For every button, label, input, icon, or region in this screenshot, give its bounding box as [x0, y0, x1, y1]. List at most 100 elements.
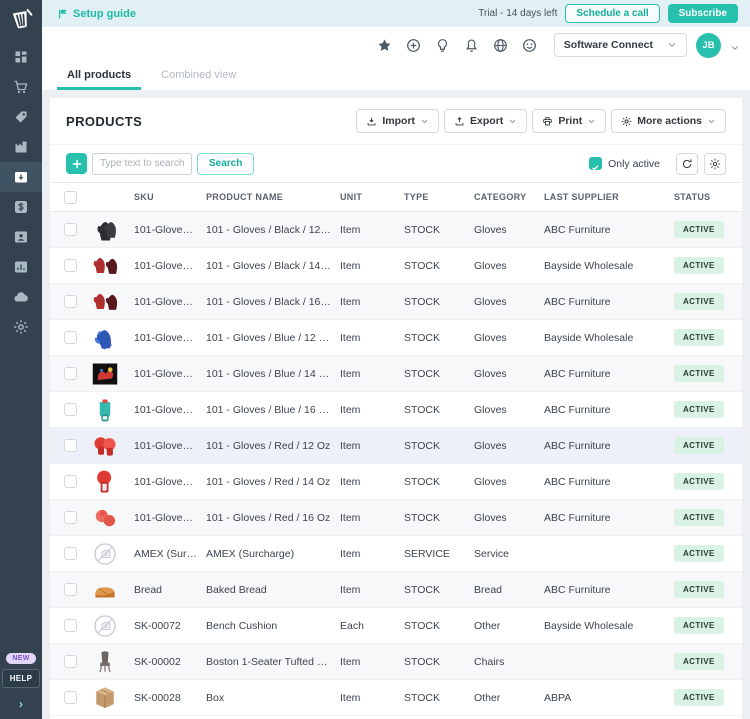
- search-input[interactable]: [92, 153, 192, 175]
- import-button[interactable]: Import: [356, 109, 439, 133]
- only-active-checkbox[interactable]: [589, 157, 602, 170]
- tab-all-products[interactable]: All products: [57, 63, 141, 90]
- sidebar-expand-chevron-icon[interactable]: ›: [19, 693, 23, 713]
- only-active-label[interactable]: Only active: [608, 158, 660, 170]
- table-row[interactable]: 101-Gloves-013 101 - Gloves / Red / 14 O…: [50, 464, 742, 500]
- report-icon: [13, 259, 29, 275]
- bell-icon[interactable]: [464, 38, 479, 53]
- row-checkbox[interactable]: [64, 475, 77, 488]
- print-button[interactable]: Print: [532, 109, 606, 133]
- table-row[interactable]: AMEX (Surchar... AMEX (Surcharge) Item S…: [50, 536, 742, 572]
- export-button[interactable]: Export: [444, 109, 527, 133]
- sidebar-item-reports[interactable]: [0, 252, 42, 282]
- sidebar: NEW HELP ›: [0, 0, 42, 719]
- sidebar-item-manufacturing[interactable]: [0, 132, 42, 162]
- lightbulb-icon[interactable]: [435, 38, 450, 53]
- card-header: PRODUCTS Import Export Print More action…: [50, 98, 742, 144]
- schedule-call-button[interactable]: Schedule a call: [565, 4, 659, 23]
- row-checkbox[interactable]: [64, 439, 77, 452]
- row-checkbox[interactable]: [64, 295, 77, 308]
- feedback-icon[interactable]: [522, 38, 537, 53]
- sku-cell: SK-00002: [134, 656, 206, 668]
- status-cell: ACTIVE: [674, 257, 742, 274]
- column-header-last-supplier[interactable]: LAST SUPPLIER: [544, 192, 674, 202]
- select-all-checkbox[interactable]: [64, 191, 77, 204]
- table-row[interactable]: 101-Gloves-010 101 - Gloves / Blue / 14 …: [50, 356, 742, 392]
- globe-icon[interactable]: [493, 38, 508, 53]
- table-row[interactable]: 101-Gloves-014 101 - Gloves / Red / 12 O…: [50, 428, 742, 464]
- top-bar: Setup guide Trial - 14 days left Schedul…: [42, 0, 750, 27]
- table-row[interactable]: 101-Gloves-015 101 - Gloves / Black / 16…: [50, 284, 742, 320]
- table-row[interactable]: Bread Baked Bread Item STOCK Bread ABC F…: [50, 572, 742, 608]
- table-row[interactable]: SK-00072 Bench Cushion Each STOCK Other …: [50, 608, 742, 644]
- app-logo-icon[interactable]: [7, 6, 35, 34]
- sidebar-item-sales[interactable]: [0, 72, 42, 102]
- table-row[interactable]: 101-Gloves-012 101 - Gloves / Red / 16 O…: [50, 500, 742, 536]
- search-button[interactable]: Search: [197, 153, 254, 175]
- column-header-product-name[interactable]: PRODUCT NAME: [206, 192, 340, 202]
- status-badge: ACTIVE: [674, 329, 724, 346]
- column-header-category[interactable]: CATEGORY: [474, 192, 544, 202]
- row-checkbox[interactable]: [64, 403, 77, 416]
- sidebar-item-contacts[interactable]: [0, 222, 42, 252]
- star-icon[interactable]: [377, 38, 392, 53]
- sidebar-item-integrations[interactable]: [0, 282, 42, 312]
- table-body: 101-Gloves-017 101 - Gloves / Black / 12…: [50, 212, 742, 719]
- add-product-button[interactable]: [66, 153, 87, 174]
- table-row[interactable]: SK-00002 Boston 1-Seater Tufted Dining C…: [50, 644, 742, 680]
- topbar-right: Trial - 14 days left Schedule a call Sub…: [478, 4, 738, 23]
- contact-icon: [13, 229, 29, 245]
- table-row[interactable]: 101-Gloves-009 101 - Gloves / Blue / 16 …: [50, 392, 742, 428]
- product-thumbnail-red-black-gloves: [90, 287, 120, 317]
- more-actions-button[interactable]: More actions: [611, 109, 726, 133]
- product-name-cell: Boston 1-Seater Tufted Dining Chair: [206, 656, 340, 668]
- row-checkbox[interactable]: [64, 331, 77, 344]
- row-checkbox[interactable]: [64, 619, 77, 632]
- sidebar-item-products[interactable]: [0, 102, 42, 132]
- column-header-status[interactable]: STATUS: [674, 192, 742, 202]
- category-cell: Other: [474, 692, 544, 704]
- table-row[interactable]: SK-00028 Box Item STOCK Other ABPA ACTIV…: [50, 680, 742, 716]
- sidebar-item-settings[interactable]: [0, 312, 42, 342]
- app-window: NEW HELP › Setup guide Trial - 14 days l…: [0, 0, 750, 719]
- column-header-sku[interactable]: SKU: [134, 192, 206, 202]
- table-row[interactable]: 101-Gloves-017 101 - Gloves / Black / 12…: [50, 212, 742, 248]
- row-checkbox[interactable]: [64, 655, 77, 668]
- sku-cell: 101-Gloves-012: [134, 512, 206, 524]
- header-icons: [377, 38, 537, 53]
- help-button[interactable]: HELP: [2, 669, 41, 688]
- table-settings-button[interactable]: [704, 153, 726, 175]
- status-cell: ACTIVE: [674, 545, 742, 562]
- supplier-cell: ABC Furniture: [544, 296, 674, 308]
- row-checkbox[interactable]: [64, 367, 77, 380]
- company-dropdown[interactable]: Software Connect: [554, 33, 687, 57]
- sidebar-item-dashboard[interactable]: [0, 42, 42, 72]
- subscribe-button[interactable]: Subscribe: [668, 4, 738, 23]
- row-checkbox[interactable]: [64, 511, 77, 524]
- avatar-chevron-down-icon[interactable]: [730, 40, 740, 50]
- tab-combined-view[interactable]: Combined view: [151, 63, 246, 90]
- status-badge: ACTIVE: [674, 437, 724, 454]
- column-header-unit[interactable]: UNIT: [340, 192, 404, 202]
- row-checkbox[interactable]: [64, 547, 77, 560]
- table-row[interactable]: 101-Gloves-016 101 - Gloves / Black / 14…: [50, 248, 742, 284]
- product-name-cell: AMEX (Surcharge): [206, 548, 340, 560]
- supplier-cell: Bayside Wholesale: [544, 332, 674, 344]
- product-name-cell: 101 - Gloves / Blue / 12 Oz: [206, 332, 340, 344]
- type-cell: STOCK: [404, 332, 474, 344]
- product-name-cell: Bench Cushion: [206, 620, 340, 632]
- avatar[interactable]: JB: [696, 33, 721, 58]
- column-header-type[interactable]: TYPE: [404, 192, 474, 202]
- action-button-label: More actions: [637, 115, 702, 127]
- row-checkbox[interactable]: [64, 583, 77, 596]
- sidebar-item-purchasing[interactable]: [0, 192, 42, 222]
- row-checkbox[interactable]: [64, 691, 77, 704]
- setup-guide-link[interactable]: Setup guide: [57, 8, 136, 20]
- sidebar-item-inventory[interactable]: [0, 162, 42, 192]
- add-circle-icon[interactable]: [406, 38, 421, 53]
- row-checkbox[interactable]: [64, 223, 77, 236]
- product-name-cell: 101 - Gloves / Red / 14 Oz: [206, 476, 340, 488]
- row-checkbox[interactable]: [64, 259, 77, 272]
- table-row[interactable]: 101-Gloves-011 101 - Gloves / Blue / 12 …: [50, 320, 742, 356]
- refresh-button[interactable]: [676, 153, 698, 175]
